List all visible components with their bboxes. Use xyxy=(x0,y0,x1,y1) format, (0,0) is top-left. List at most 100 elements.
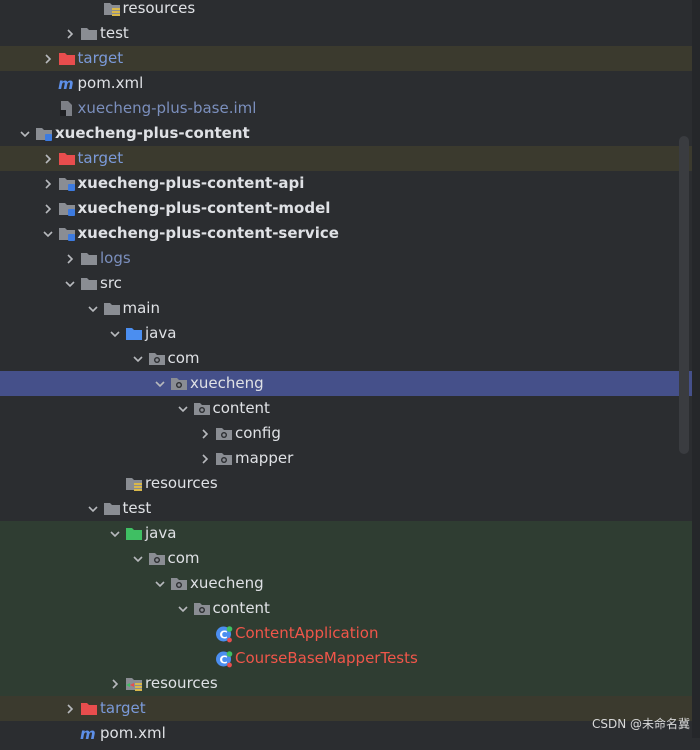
resources-folder-icon xyxy=(103,0,121,17)
tree-row-resources[interactable]: resources xyxy=(0,671,692,696)
tree-item-label: resources xyxy=(145,674,218,692)
panel-right-edge xyxy=(692,0,700,738)
chevron-down-icon[interactable] xyxy=(132,546,144,571)
tree-row-target[interactable]: target xyxy=(0,46,692,71)
test-class-icon: C xyxy=(215,650,233,668)
tree-item-label: pom.xml xyxy=(77,74,144,92)
tree-row-coursebasemappertests[interactable]: C CourseBaseMapperTests xyxy=(0,646,692,671)
chevron-right-icon[interactable] xyxy=(42,196,54,221)
tree-row-target[interactable]: target xyxy=(0,146,692,171)
tree-row-resources[interactable]: resources xyxy=(0,471,692,496)
tree-row-xuecheng[interactable]: xuecheng xyxy=(0,371,692,396)
chevron-right-icon[interactable] xyxy=(199,446,211,471)
tree-item-label: resources xyxy=(145,474,218,492)
project-tree: resources test target m pom.xml xuecheng-pl… xyxy=(0,0,700,743)
folder-icon xyxy=(103,300,121,317)
tree-row-xuecheng-plus-content-api[interactable]: xuecheng-plus-content-api xyxy=(0,171,692,196)
package-icon xyxy=(193,400,211,417)
tree-item-label: xuecheng-plus-base.iml xyxy=(77,99,257,117)
chevron-right-icon[interactable] xyxy=(64,246,76,271)
vertical-scrollbar[interactable] xyxy=(679,136,689,454)
package-icon xyxy=(193,600,211,617)
tree-row-xuecheng-plus-content-model[interactable]: xuecheng-plus-content-model xyxy=(0,196,692,221)
package-icon xyxy=(148,550,166,567)
module-folder-icon xyxy=(58,200,76,217)
tree-row-content[interactable]: content xyxy=(0,396,692,421)
chevron-right-icon[interactable] xyxy=(42,146,54,171)
tree-row-xuecheng-plus-content[interactable]: xuecheng-plus-content xyxy=(0,121,692,146)
folder-icon xyxy=(80,25,98,42)
chevron-down-icon[interactable] xyxy=(87,496,99,521)
tree-row-src[interactable]: src xyxy=(0,271,692,296)
excluded-folder-icon xyxy=(58,150,76,167)
tree-item-label: content xyxy=(212,399,270,417)
tree-item-label: ContentApplication xyxy=(235,624,379,642)
chevron-down-icon[interactable] xyxy=(132,346,144,371)
chevron-right-icon[interactable] xyxy=(42,46,54,71)
tree-row-contentapplication[interactable]: C ContentApplication xyxy=(0,621,692,646)
chevron-down-icon[interactable] xyxy=(87,296,99,321)
excluded-folder-icon xyxy=(58,50,76,67)
tree-row-pom-xml[interactable]: m pom.xml xyxy=(0,721,692,746)
tree-item-label: src xyxy=(100,274,122,292)
tree-row-com[interactable]: com xyxy=(0,346,692,371)
package-icon xyxy=(170,375,188,392)
test-source-folder-icon xyxy=(125,525,143,542)
chevron-down-icon[interactable] xyxy=(177,396,189,421)
tree-row-xuecheng-plus-base-iml[interactable]: xuecheng-plus-base.iml xyxy=(0,96,692,121)
test-resources-folder-icon xyxy=(125,675,143,692)
package-icon xyxy=(170,575,188,592)
maven-icon: m xyxy=(80,725,98,743)
chevron-down-icon[interactable] xyxy=(154,371,166,396)
tree-item-label: com xyxy=(167,349,200,367)
tree-row-test[interactable]: test xyxy=(0,21,692,46)
tree-row-com[interactable]: com xyxy=(0,546,692,571)
tree-item-label: target xyxy=(77,49,124,67)
chevron-down-icon[interactable] xyxy=(109,321,121,346)
tree-item-label: java xyxy=(145,324,177,342)
tree-row-java[interactable]: java xyxy=(0,521,692,546)
chevron-down-icon[interactable] xyxy=(177,596,189,621)
tree-item-label: main xyxy=(122,299,160,317)
resources-folder-icon xyxy=(125,475,143,492)
tree-row-pom-xml[interactable]: m pom.xml xyxy=(0,71,692,96)
tree-item-label: test xyxy=(122,499,152,517)
excluded-folder-icon xyxy=(80,700,98,717)
tree-item-label: xuecheng-plus-content xyxy=(55,124,250,142)
chevron-down-icon[interactable] xyxy=(19,121,31,146)
tree-row-java[interactable]: java xyxy=(0,321,692,346)
chevron-right-icon[interactable] xyxy=(42,171,54,196)
chevron-right-icon[interactable] xyxy=(64,21,76,46)
chevron-down-icon[interactable] xyxy=(109,521,121,546)
test-class-icon: C xyxy=(215,625,233,643)
tree-row-xuecheng-plus-content-service[interactable]: xuecheng-plus-content-service xyxy=(0,221,692,246)
chevron-right-icon[interactable] xyxy=(199,421,211,446)
chevron-down-icon[interactable] xyxy=(154,571,166,596)
tree-row-test[interactable]: test xyxy=(0,496,692,521)
tree-item-label: xuecheng-plus-content-model xyxy=(77,199,331,217)
chevron-down-icon[interactable] xyxy=(64,271,76,296)
tree-row-config[interactable]: config xyxy=(0,421,692,446)
package-icon xyxy=(215,450,233,467)
tree-row-target[interactable]: target xyxy=(0,696,692,721)
tree-row-xuecheng[interactable]: xuecheng xyxy=(0,571,692,596)
tree-item-label: xuecheng-plus-content-api xyxy=(77,174,305,192)
tree-item-label: xuecheng xyxy=(190,574,264,592)
tree-row-mapper[interactable]: mapper xyxy=(0,446,692,471)
folder-icon xyxy=(80,250,98,267)
svg-text:C: C xyxy=(219,653,227,666)
chevron-down-icon[interactable] xyxy=(42,221,54,246)
watermark: CSDN @未命名冀 xyxy=(591,717,690,731)
chevron-right-icon[interactable] xyxy=(109,671,121,696)
chevron-right-icon[interactable] xyxy=(64,696,76,721)
tree-row-content[interactable]: content xyxy=(0,596,692,621)
svg-text:C: C xyxy=(219,628,227,641)
tree-row-resources[interactable]: resources xyxy=(0,0,692,21)
tree-item-label: CourseBaseMapperTests xyxy=(235,649,418,667)
folder-icon xyxy=(80,275,98,292)
tree-item-label: target xyxy=(77,149,124,167)
tree-item-label: xuecheng xyxy=(190,374,264,392)
tree-item-label: content xyxy=(212,599,270,617)
tree-row-main[interactable]: main xyxy=(0,296,692,321)
tree-row-logs[interactable]: logs xyxy=(0,246,692,271)
